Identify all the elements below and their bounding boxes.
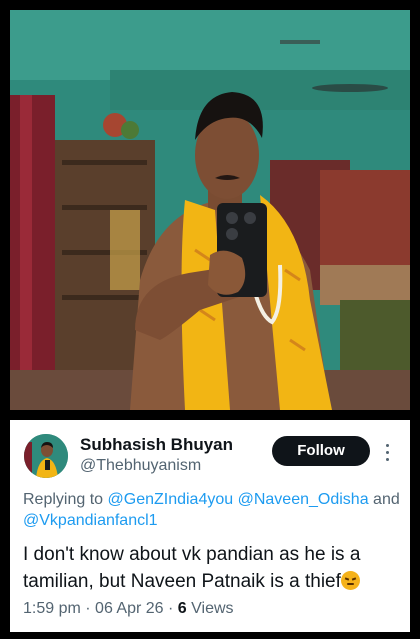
selfie-photo[interactable]: [10, 10, 410, 410]
separator: ·: [168, 600, 174, 617]
angry-face-icon: [340, 571, 360, 590]
mention-link-vkpandian[interactable]: @Vkpandianfancl1: [23, 512, 158, 529]
avatar-image: [24, 434, 68, 478]
separator: ·: [85, 600, 91, 617]
avatar[interactable]: [24, 434, 68, 478]
tweet-body: I don't know about vk pandian as he is a…: [23, 544, 361, 592]
photo-illustration: [10, 10, 410, 410]
mention-link-naveen[interactable]: @Naveen_Odisha: [238, 491, 369, 508]
author-handle[interactable]: @Thebhuyanism: [80, 457, 201, 475]
and-label: and: [373, 491, 400, 508]
mention-link-genzindia[interactable]: @GenZIndia4you: [108, 491, 234, 508]
tweet-card: Subhasish Bhuyan @Thebhuyanism Follow Re…: [10, 420, 410, 632]
author-name[interactable]: Subhasish Bhuyan: [80, 435, 233, 455]
replying-to-line: Replying to @GenZIndia4you @Naveen_Odish…: [23, 489, 410, 531]
more-options-icon[interactable]: [382, 442, 394, 462]
follow-button[interactable]: Follow: [272, 436, 370, 466]
views-label: Views: [191, 600, 234, 617]
tweet-time[interactable]: 1:59 pm: [23, 600, 81, 617]
views-count: 6: [177, 600, 187, 617]
tweet-metadata: 1:59 pm · 06 Apr 26 · 6 Views: [23, 600, 234, 618]
tweet-date[interactable]: 06 Apr 26: [95, 600, 164, 617]
tweet-text: I don't know about vk pandian as he is a…: [23, 541, 408, 595]
replying-to-label: Replying to: [23, 491, 104, 508]
